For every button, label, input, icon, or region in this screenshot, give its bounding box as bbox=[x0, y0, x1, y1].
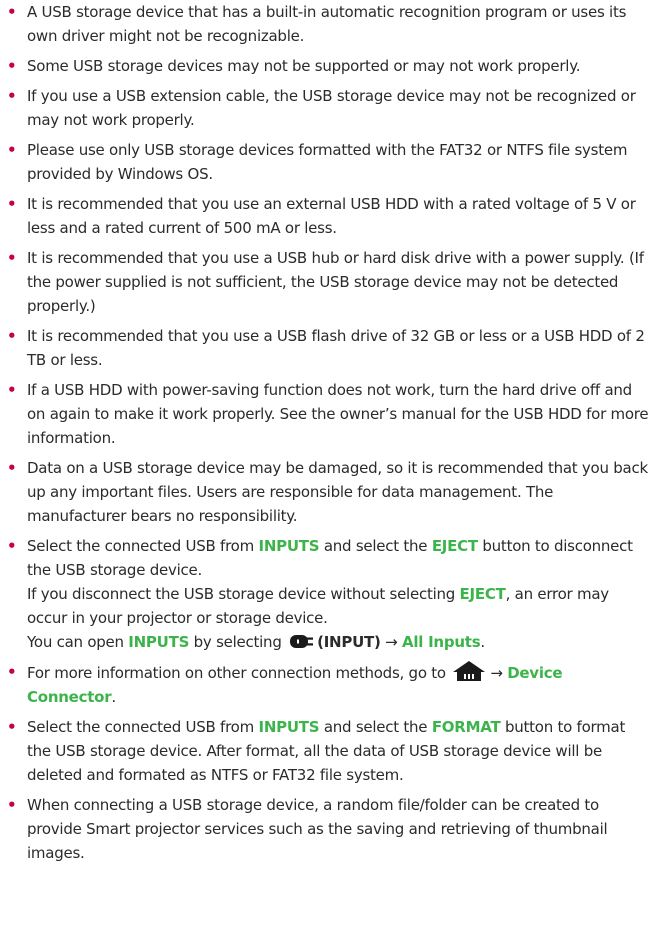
eject-button-label: EJECT bbox=[431, 537, 478, 555]
inputs-menu-label: INPUTS bbox=[128, 633, 190, 651]
bullet: • bbox=[7, 57, 17, 75]
bullet: • bbox=[7, 381, 17, 399]
note-text: Please use only USB storage devices form… bbox=[27, 141, 628, 183]
list-item: • If you use a USB extension cable, the U… bbox=[0, 84, 659, 132]
text-run: . bbox=[480, 633, 485, 651]
home-icon bbox=[453, 661, 486, 681]
bullet: • bbox=[7, 249, 17, 267]
inputs-menu-label: INPUTS bbox=[258, 718, 320, 736]
text-run: and select the bbox=[319, 537, 432, 555]
note-text: If a USB HDD with power-saving function … bbox=[27, 381, 649, 447]
usb-notes-list: • A USB storage device that has a built-i… bbox=[0, 0, 659, 871]
list-item: • It is recommended that you use an exter… bbox=[0, 192, 659, 240]
bullet: • bbox=[7, 3, 17, 21]
inputs-open-hint: You can open INPUTS by selecting (INPUT)… bbox=[27, 630, 649, 654]
bullet: • bbox=[7, 459, 17, 477]
list-item: • A USB storage device that has a built-i… bbox=[0, 0, 659, 48]
list-item: • Please use only USB storage devices for… bbox=[0, 138, 659, 186]
inputs-menu-label: INPUTS bbox=[258, 537, 320, 555]
eject-button-label: EJECT bbox=[459, 585, 506, 603]
text-run: by selecting bbox=[189, 633, 287, 651]
format-note: • Select the connected USB from INPUTS a… bbox=[0, 715, 659, 787]
text-run: Select the connected USB from bbox=[27, 537, 259, 555]
list-item: • It is recommended that you use a USB fl… bbox=[0, 324, 659, 372]
text-run: You can open bbox=[27, 633, 129, 651]
bullet: • bbox=[7, 327, 17, 345]
bullet: • bbox=[7, 141, 17, 159]
text-run: and select the bbox=[319, 718, 432, 736]
arrow-glyph: → bbox=[490, 664, 508, 682]
arrow-glyph: → bbox=[380, 633, 402, 651]
connection-note: • For more information on other connecti… bbox=[0, 660, 659, 709]
list-item: • It is recommended that you use a USB hu… bbox=[0, 246, 659, 318]
note-text: When connecting a USB storage device, a … bbox=[27, 796, 608, 862]
format-button-label: FORMAT bbox=[431, 718, 501, 736]
bullet: • bbox=[7, 537, 17, 555]
note-text: It is recommended that you use a USB hub… bbox=[27, 249, 644, 315]
list-item: • Data on a USB storage device may be dam… bbox=[0, 456, 659, 528]
note-text: A USB storage device that has a built-in… bbox=[27, 3, 627, 45]
bullet: • bbox=[7, 796, 17, 814]
text-run: For more information on other connection… bbox=[27, 664, 451, 682]
input-key-label: (INPUT) bbox=[317, 633, 381, 651]
list-item: • If a USB HDD with power-saving function… bbox=[0, 378, 659, 450]
smart-services-note: • When connecting a USB storage device, … bbox=[0, 793, 659, 865]
note-text: It is recommended that you use an extern… bbox=[27, 195, 636, 237]
all-inputs-label: All Inputs bbox=[401, 633, 481, 651]
note-text: If you use a USB extension cable, the US… bbox=[27, 87, 636, 129]
text-run: . bbox=[111, 688, 116, 706]
manual-page: • A USB storage device that has a built-i… bbox=[0, 0, 659, 926]
bullet: • bbox=[7, 718, 17, 736]
bullet: • bbox=[7, 195, 17, 213]
list-item: • Some USB storage devices may not be sup… bbox=[0, 54, 659, 78]
note-text: Data on a USB storage device may be dama… bbox=[27, 459, 648, 525]
eject-note: • Select the connected USB from INPUTS a… bbox=[0, 534, 659, 654]
eject-warning: If you disconnect the USB storage device… bbox=[27, 582, 649, 630]
eject-instruction: Select the connected USB from INPUTS and… bbox=[27, 534, 649, 582]
note-text: Some USB storage devices may not be supp… bbox=[27, 57, 581, 75]
text-run: Select the connected USB from bbox=[27, 718, 259, 736]
text-run: If you disconnect the USB storage device… bbox=[27, 585, 460, 603]
bullet: • bbox=[7, 87, 17, 105]
note-text: It is recommended that you use a USB fla… bbox=[27, 327, 645, 369]
input-plug-icon bbox=[290, 635, 314, 648]
bullet: • bbox=[7, 663, 17, 681]
